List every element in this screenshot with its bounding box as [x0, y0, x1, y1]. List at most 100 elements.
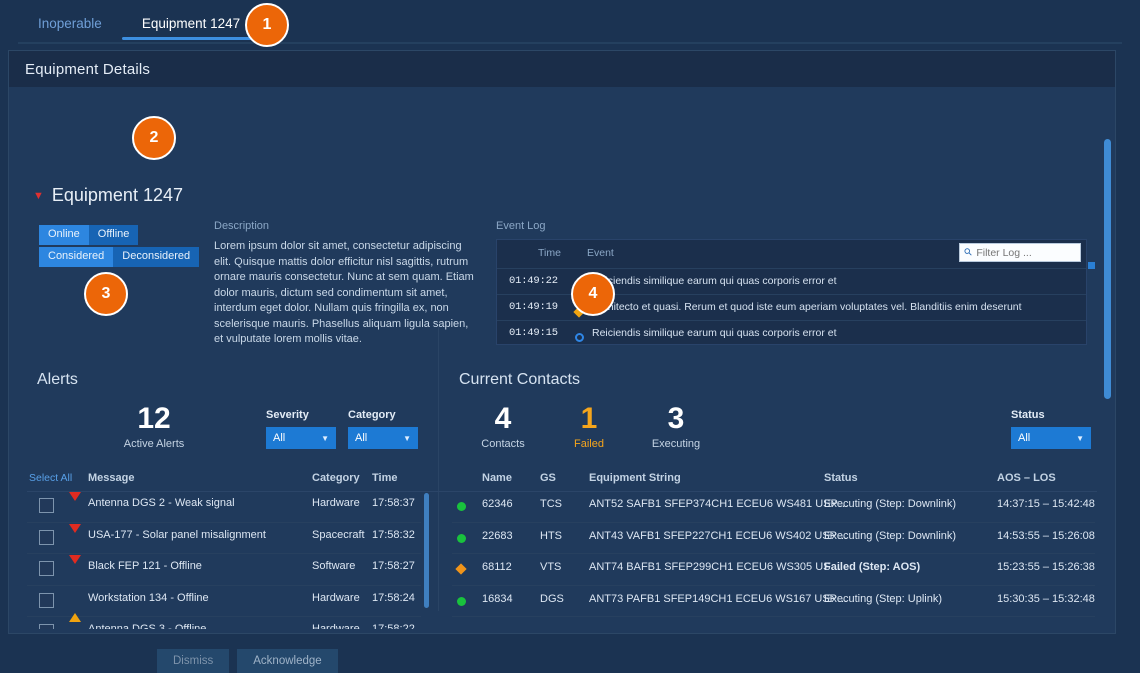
contact-name: 22683	[482, 529, 513, 542]
contacts-kpi-label: Failed	[574, 438, 604, 450]
severity-select[interactable]: All ▼	[266, 427, 336, 449]
contacts-table-header: Name GS Equipment String Status AOS – LO…	[452, 469, 1095, 492]
category-select[interactable]: All ▼	[348, 427, 418, 449]
segment-online[interactable]: Online	[39, 225, 89, 245]
status-filter: Status All ▼	[1011, 409, 1091, 449]
table-row[interactable]: Antenna DGS 2 - Weak signal Hardware 17:…	[27, 491, 421, 523]
contact-status: Executing (Step: Downlink)	[824, 529, 957, 542]
alert-category: Hardware	[312, 497, 360, 509]
event-log-scrollbar[interactable]	[1088, 262, 1095, 269]
event-message: Reiciendis similique earum qui quas corp…	[592, 275, 837, 287]
contact-aos-los: 14:53:55 – 15:26:08	[997, 529, 1095, 542]
contact-status: Executing (Step: Downlink)	[824, 498, 957, 510]
contact-aos-los: 15:23:55 – 15:26:38	[997, 561, 1095, 573]
table-row[interactable]: Black FEP 121 - Offline Software 17:58:2…	[27, 554, 421, 586]
table-row[interactable]: 22683 HTS ANT43 VAFB1 SFEP227CH1 ECEU6 W…	[452, 523, 1095, 554]
callout-1: 1	[245, 3, 289, 47]
table-row[interactable]: Workstation 134 - Offline Hardware 17:58…	[27, 586, 421, 622]
row-checkbox[interactable]	[39, 529, 54, 545]
online-offline-toggle: Online Offline	[39, 225, 139, 245]
alert-category: Hardware	[312, 591, 360, 604]
equipment-title: ▼ Equipment 1247	[33, 185, 183, 206]
equipment-details-screen: Inoperable Equipment 1247 × Equipment De…	[0, 0, 1140, 673]
contacts-kpi-label: Contacts	[481, 438, 525, 450]
contacts-kpi-value: 4	[494, 402, 512, 435]
alert-message: Workstation 134 - Offline	[88, 591, 209, 604]
alert-time: 17:58:22	[372, 623, 415, 629]
category-select-value: All	[355, 432, 368, 444]
alert-time: 17:58:37	[372, 497, 415, 509]
contacts-table[interactable]: 62346 TCS ANT52 SAFB1 SFEP374CH1 ECEU6 W…	[452, 491, 1095, 617]
filter-log-input[interactable]	[976, 246, 1069, 259]
contacts-kpi-label: Executing	[651, 438, 701, 450]
callout-3: 3	[84, 272, 128, 316]
alerts-heading: Alerts	[37, 371, 78, 388]
row-checkbox[interactable]	[39, 624, 54, 629]
equipment-summary-section: ▼ Equipment 1247 Online Offline Consider…	[9, 87, 1115, 345]
table-row[interactable]: 16834 DGS ANT73 PAFB1 SFEP149CH1 ECEU6 W…	[452, 586, 1095, 617]
segment-offline[interactable]: Offline	[88, 225, 139, 245]
contact-name: 62346	[482, 498, 513, 510]
alert-message: Antenna DGS 2 - Weak signal	[88, 497, 235, 509]
contact-status: Failed (Step: AOS)	[824, 561, 921, 573]
severity-critical-icon	[69, 523, 81, 551]
contacts-heading: Current Contacts	[459, 371, 580, 388]
select-all-link[interactable]: Select All	[29, 472, 72, 484]
table-row[interactable]: 68112 VTS ANT74 BAFB1 SFEP299CH1 ECEU6 W…	[452, 554, 1095, 586]
tab-list: Inoperable Equipment 1247 ×	[18, 0, 280, 46]
contact-name: 16834	[482, 592, 513, 605]
chevron-down-icon: ▼	[1076, 433, 1084, 443]
contact-equipment-string: ANT74 BAFB1 SFEP299CH1 ECEU6 WS305 US…	[589, 561, 842, 573]
row-checkbox[interactable]	[39, 498, 54, 513]
page-title: Equipment Details	[25, 60, 151, 78]
acknowledge-button[interactable]: Acknowledge	[237, 649, 338, 673]
contact-gs: HTS	[540, 529, 562, 542]
alerts-kpi-active: 12 Active Alerts	[109, 404, 199, 451]
tab-inoperable[interactable]: Inoperable	[18, 0, 122, 38]
alert-category: Hardware	[312, 623, 360, 629]
chevron-down-icon: ▼	[403, 433, 411, 443]
table-row[interactable]: Antenna DGS 3 - Offline Hardware 17:58:2…	[27, 617, 421, 629]
severity-filter-label: Severity	[266, 409, 309, 421]
alerts-table[interactable]: Antenna DGS 2 - Weak signal Hardware 17:…	[27, 491, 421, 629]
contact-equipment-string: ANT43 VAFB1 SFEP227CH1 ECEU6 WS402 USP…	[589, 529, 849, 542]
contacts-kpi-total: 4 Contacts	[461, 402, 545, 451]
filter-log-field[interactable]: ⚲	[959, 243, 1081, 262]
status-ok-icon	[457, 533, 466, 543]
row-checkbox[interactable]	[39, 592, 54, 608]
contacts-col-aos-los: AOS – LOS	[997, 472, 1056, 484]
contact-equipment-string: ANT52 SAFB1 SFEP374CH1 ECEU6 WS481 USP…	[589, 498, 849, 510]
main-scrollbar[interactable]	[1104, 139, 1111, 399]
severity-critical-icon	[69, 555, 81, 582]
table-row[interactable]: USA-177 - Solar panel misalignment Space…	[27, 523, 421, 554]
contacts-kpi-failed: 1 Failed	[549, 402, 629, 451]
event-log-col-event: Event	[587, 247, 614, 259]
callout-2: 2	[132, 116, 176, 160]
contact-gs: DGS	[540, 592, 564, 605]
contacts-kpi-value: 1	[580, 402, 598, 435]
severity-critical-icon	[69, 492, 81, 519]
alert-time: 17:58:27	[372, 560, 415, 572]
alerts-scrollbar[interactable]	[424, 493, 429, 608]
equipment-name: Equipment 1247	[51, 185, 183, 205]
severity-warning-icon	[69, 595, 81, 622]
tab-bar: Inoperable Equipment 1247 ×	[0, 0, 1140, 46]
row-checkbox[interactable]	[39, 561, 54, 576]
contacts-col-status: Status	[824, 472, 858, 484]
table-row[interactable]: 62346 TCS ANT52 SAFB1 SFEP374CH1 ECEU6 W…	[452, 491, 1095, 523]
segment-deconsidered[interactable]: Deconsidered	[113, 247, 200, 267]
status-ok-icon	[457, 596, 466, 606]
alert-time: 17:58:24	[372, 591, 415, 604]
status-filter-label: Status	[1011, 409, 1045, 421]
description-label: Description	[214, 220, 270, 232]
dismiss-button[interactable]: Dismiss	[157, 649, 230, 673]
status-select[interactable]: All ▼	[1011, 427, 1091, 449]
segment-considered[interactable]: Considered	[39, 247, 114, 267]
contact-status: Executing (Step: Uplink)	[824, 592, 942, 605]
contacts-col-equipment-string: Equipment String	[589, 472, 681, 484]
considered-deconsidered-toggle: Considered Deconsidered	[39, 247, 200, 267]
window-header: Equipment Details	[9, 51, 1115, 87]
event-time: 01:49:22	[509, 275, 558, 287]
alert-message: Black FEP 121 - Offline	[88, 560, 202, 572]
alerts-col-category: Category	[312, 472, 360, 484]
